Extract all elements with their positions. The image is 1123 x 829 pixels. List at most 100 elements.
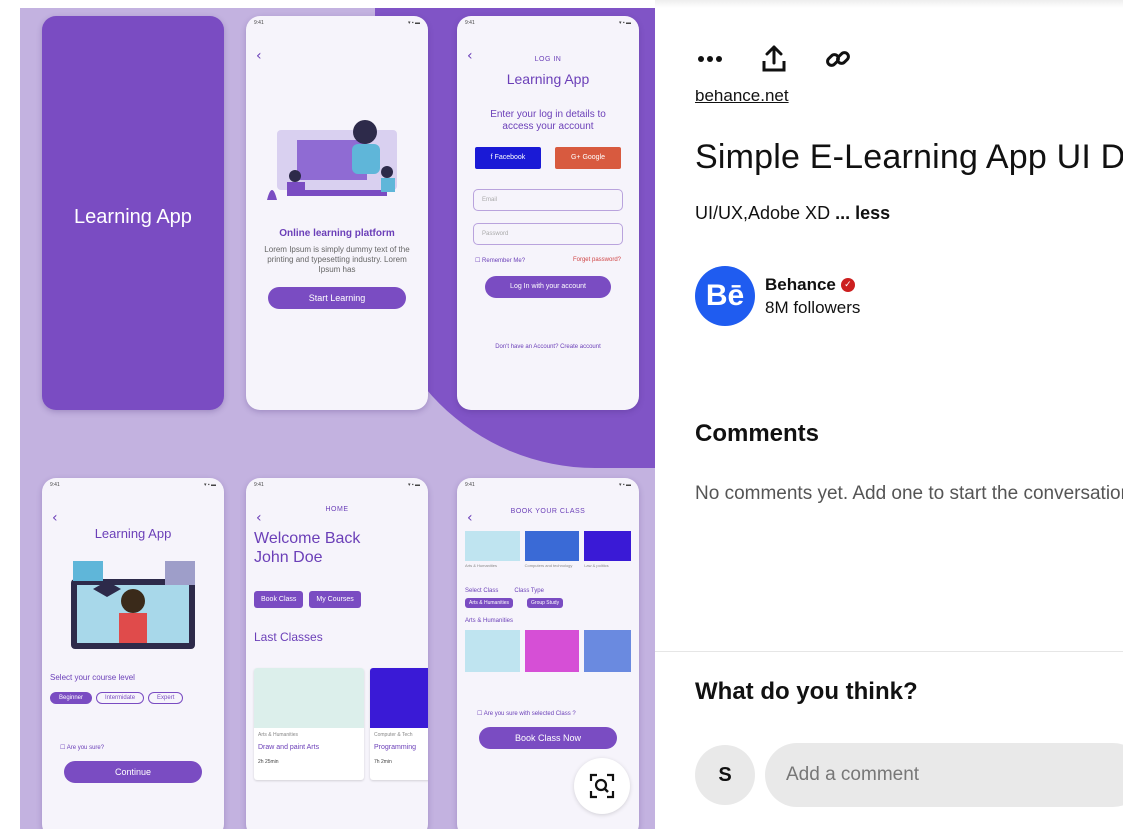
welcome-text: Welcome Back John Doe [254, 530, 361, 566]
splash-title: Learning App [74, 206, 192, 228]
remember-row: ☐ Remember Me? Forget password? [457, 257, 639, 264]
user-avatar[interactable]: S [695, 745, 755, 805]
phone-onboarding: 9:41 ▾ ▪ ▬ ‹ Online learning platform Lor… [246, 16, 428, 410]
onboarding-text: Lorem Ipsum is simply dummy text of the … [264, 245, 410, 274]
more-icon [698, 56, 722, 62]
category-card: Law & politics [584, 531, 631, 568]
chip-expert: Expert [148, 692, 184, 704]
status-bar: 9:41 ▾ ▪ ▬ [254, 482, 420, 488]
creator-name[interactable]: Behance [765, 275, 836, 295]
status-bar: 9:41 ▾ ▪ ▬ [50, 482, 216, 488]
status-bar: 9:41 ▾ ▪ ▬ [254, 20, 420, 26]
description-text: UI/UX,Adobe XD [695, 203, 831, 223]
start-learning-button: Start Learning [268, 287, 406, 309]
login-button: Log In with your account [485, 276, 611, 298]
phone-level: 9:41 ▾ ▪ ▬ ‹ Learning App Select your cou… [42, 478, 224, 829]
last-classes: Last Classes [254, 630, 323, 644]
class-card: Arts & Humanities Draw and paint Arts 2h… [254, 668, 364, 780]
my-courses-tag: My Courses [309, 591, 361, 608]
google-label: Google [582, 154, 606, 161]
less-toggle[interactable]: ... less [835, 203, 890, 223]
class-thumb [524, 630, 580, 672]
class-type-label: Class Type [514, 588, 544, 594]
book-class-tag: Book Class [254, 591, 304, 608]
comment-input[interactable] [765, 743, 1123, 807]
book-confirm: ☐ Are you sure with selected Class ? [477, 711, 576, 717]
pin-page: Learning App 9:41 ▾ ▪ ▬ ‹ Online learning… [0, 0, 1123, 829]
share-button[interactable] [750, 40, 798, 78]
illustration [267, 120, 397, 200]
card-duration: 2h 25min [258, 759, 279, 765]
select-values: Arts & Humanities Group Study [457, 598, 639, 608]
phone-home: 9:41 ▾ ▪ ▬ ‹ HOME Welcome Back John Doe B… [246, 478, 428, 829]
level-chips: Beginner Intermidate Expert [42, 692, 224, 704]
card-title: Programming [374, 744, 417, 751]
login-prompt: Enter your log in details to access your… [490, 109, 606, 132]
signup-link: Don't have an Account? Create account [495, 344, 601, 350]
back-icon: ‹ [256, 48, 262, 64]
follower-count: 8M followers [765, 297, 861, 317]
email-field: Email [473, 189, 623, 211]
more-button[interactable] [686, 40, 734, 78]
share-icon [762, 45, 786, 72]
social-buttons: f Facebook G+ Google [457, 147, 639, 169]
card-duration: 7h 2min [374, 759, 392, 765]
card-image [254, 668, 364, 728]
top-shadow [655, 0, 1123, 8]
onboarding-heading: Online learning platform [279, 228, 395, 239]
pin-title: Simple E-Learning App UI Design [695, 138, 1123, 176]
card-category: Computer & Tech [374, 732, 413, 738]
home-tags: Book Class My Courses [246, 591, 428, 608]
class-select: Arts & Humanities [465, 598, 514, 608]
category-card: Computers and technology [524, 531, 580, 568]
creator-avatar[interactable]: Bē [695, 266, 755, 326]
password-field: Password [473, 223, 623, 245]
chip-beginner: Beginner [50, 692, 93, 704]
back-icon: ‹ [467, 510, 473, 526]
visual-search-button[interactable] [574, 758, 630, 814]
phone-splash: Learning App [42, 16, 224, 410]
category-row: Arts & Humanities Computers and technolo… [457, 531, 639, 568]
back-icon: ‹ [256, 510, 262, 526]
facebook-button: f Facebook [475, 147, 541, 169]
class-row [457, 630, 639, 672]
class-card: Computer & Tech Programming 7h 2min [370, 668, 428, 780]
chip-intermediate: Intermidate [96, 692, 145, 704]
google-button: G+ Google [555, 147, 621, 169]
card-image [370, 668, 428, 728]
book-class-button: Book Class Now [479, 727, 617, 749]
comment-prompt: What do you think? [695, 678, 918, 705]
status-bar: 9:41 ▾ ▪ ▬ [465, 482, 631, 488]
level-title: Learning App [94, 526, 172, 541]
verified-icon: ✓ [840, 277, 855, 292]
google-icon: G+ [570, 154, 583, 161]
class-thumb [465, 630, 520, 672]
class-thumb [584, 630, 631, 672]
select-labels: Select Class Class Type [457, 588, 639, 594]
visual-search-icon [589, 773, 615, 799]
copy-link-button[interactable] [814, 40, 862, 78]
source-link[interactable]: behance.net [695, 90, 789, 110]
divider [655, 651, 1123, 652]
pin-image[interactable]: Learning App 9:41 ▾ ▪ ▬ ‹ Online learning… [20, 8, 655, 829]
level-prompt: Select your course level [50, 673, 135, 682]
section-label: Arts & Humanities [465, 618, 514, 624]
back-icon: ‹ [467, 48, 473, 64]
phone-login: 9:41 ▾ ▪ ▬ ‹ LOG IN Learning App Enter yo… [457, 16, 639, 410]
select-class-label: Select Class [465, 588, 499, 594]
empty-comments-text: No comments yet. Add one to start the co… [695, 483, 1123, 504]
link-icon [826, 51, 850, 67]
login-small: LOG IN [534, 56, 562, 63]
facebook-label: Facebook [494, 154, 526, 161]
home-small: HOME [325, 506, 349, 513]
type-select: Group Study [527, 598, 564, 608]
creator-name-row: Behance ✓ [765, 275, 860, 295]
back-icon: ‹ [52, 510, 58, 526]
remember-label: ☐ Remember Me? [475, 258, 526, 264]
card-title: Draw and paint Arts [258, 744, 320, 751]
forgot-link: Forget password? [572, 257, 621, 263]
category-card: Arts & Humanities [465, 531, 520, 568]
pin-actions [698, 40, 862, 78]
creator-info[interactable]: Bē Behance ✓ 8M followers [695, 266, 860, 326]
login-title: Learning App [506, 71, 590, 87]
